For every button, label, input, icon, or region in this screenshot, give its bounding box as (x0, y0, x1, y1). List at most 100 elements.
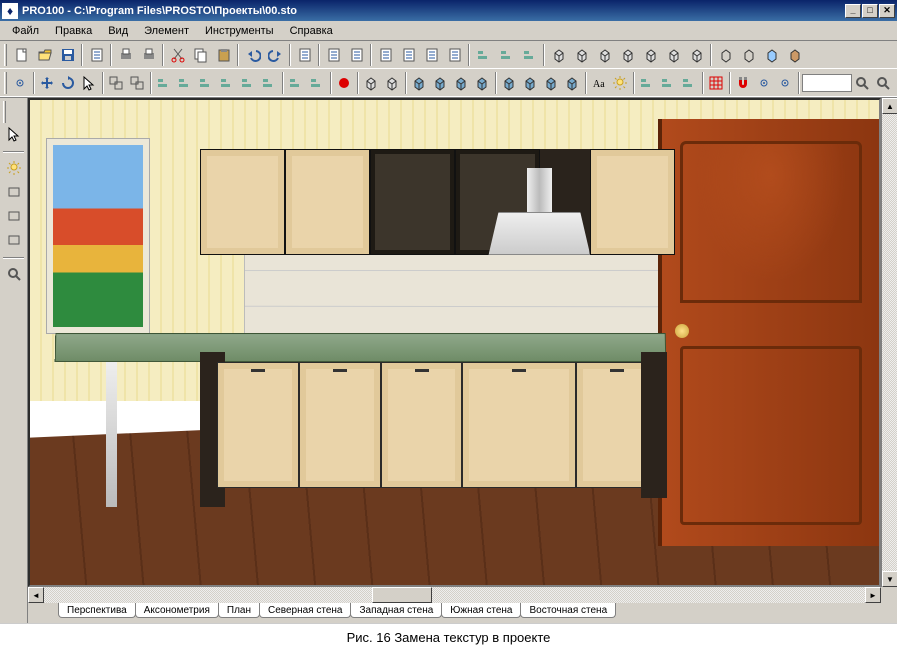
tab-5[interactable]: Южная стена (441, 603, 521, 618)
pricelist-icon[interactable] (397, 44, 420, 66)
tab-2[interactable]: План (218, 603, 260, 618)
scroll-right-button[interactable]: ► (865, 587, 881, 603)
face2-icon[interactable] (430, 72, 451, 94)
paste-icon[interactable] (212, 44, 235, 66)
tab-3[interactable]: Северная стена (259, 603, 352, 618)
close-button[interactable]: ✕ (879, 4, 895, 18)
print-preview-icon[interactable] (137, 44, 160, 66)
catalog-icon[interactable] (322, 44, 345, 66)
align-l-icon[interactable] (196, 72, 217, 94)
cost-icon[interactable] (443, 44, 466, 66)
minimize-button[interactable]: _ (845, 4, 861, 18)
face8-icon[interactable] (562, 72, 583, 94)
scroll-down-button[interactable]: ▼ (882, 571, 897, 587)
distribute-v-icon[interactable] (307, 72, 328, 94)
new-file-icon[interactable] (10, 44, 33, 66)
menu-элемент[interactable]: Элемент (136, 23, 197, 39)
dim-h-icon[interactable] (637, 72, 658, 94)
layer-red-icon[interactable] (334, 72, 355, 94)
face1-icon[interactable] (409, 72, 430, 94)
zoom-input[interactable] (802, 74, 852, 92)
print-icon[interactable] (114, 44, 137, 66)
face3-icon[interactable] (451, 72, 472, 94)
view-left-icon[interactable] (593, 44, 616, 66)
save-file-icon[interactable] (56, 44, 79, 66)
light-tool-icon[interactable] (2, 157, 25, 179)
panel-tool-icon[interactable] (2, 181, 25, 203)
rotate-icon[interactable] (58, 72, 79, 94)
align-b-icon[interactable] (175, 72, 196, 94)
tab-0[interactable]: Перспектива (58, 603, 136, 618)
view-top-icon[interactable] (639, 44, 662, 66)
viewport-3d[interactable] (28, 98, 881, 587)
extrude-tool-icon[interactable] (2, 229, 25, 251)
spec-icon[interactable] (420, 44, 443, 66)
tab-1[interactable]: Аксонометрия (135, 603, 219, 618)
scroll-v-track[interactable] (882, 114, 897, 571)
view-bottom-icon[interactable] (662, 44, 685, 66)
zoom-out-icon[interactable] (852, 72, 873, 94)
cursor-icon[interactable] (2, 123, 25, 145)
hidden-line-icon[interactable] (737, 44, 760, 66)
toolbar-grip[interactable] (4, 44, 7, 66)
zoom-in-icon[interactable] (873, 72, 894, 94)
scroll-h-track[interactable] (44, 587, 865, 603)
textured-icon[interactable] (783, 44, 806, 66)
move-icon[interactable] (37, 72, 58, 94)
zoom-tool-icon[interactable] (2, 263, 25, 285)
library-icon[interactable] (85, 44, 108, 66)
undo-icon[interactable] (241, 44, 264, 66)
scroll-left-button[interactable]: ◄ (28, 587, 44, 603)
maximize-button[interactable]: □ (862, 4, 878, 18)
scrollbar-vertical[interactable]: ▲ ▼ (881, 98, 897, 587)
face5-icon[interactable] (499, 72, 520, 94)
menu-файл[interactable]: Файл (4, 23, 47, 39)
shape-tool-icon[interactable] (2, 205, 25, 227)
align-t-icon[interactable] (154, 72, 175, 94)
snap-ed-icon[interactable] (775, 72, 796, 94)
distribute-h-icon[interactable] (286, 72, 307, 94)
align-hc-icon[interactable] (238, 72, 259, 94)
snap-grid-icon[interactable] (10, 72, 31, 94)
ungroup-icon[interactable] (127, 72, 148, 94)
scroll-up-button[interactable]: ▲ (882, 98, 897, 114)
align-left-icon[interactable] (472, 44, 495, 66)
dim-v-icon[interactable] (658, 72, 679, 94)
scrollbar-horizontal[interactable]: ◄ ► (28, 587, 881, 603)
align-center-icon[interactable] (495, 44, 518, 66)
magnet-icon[interactable] (733, 72, 754, 94)
redo-icon[interactable] (264, 44, 287, 66)
face7-icon[interactable] (541, 72, 562, 94)
align-right-icon[interactable] (518, 44, 541, 66)
snap-pt-icon[interactable] (754, 72, 775, 94)
toolbar-grip[interactable] (3, 101, 6, 123)
tab-6[interactable]: Восточная стена (520, 603, 616, 618)
face4-icon[interactable] (472, 72, 493, 94)
light-icon[interactable] (610, 72, 631, 94)
open-file-icon[interactable] (33, 44, 56, 66)
menu-вид[interactable]: Вид (100, 23, 136, 39)
view-back-icon[interactable] (570, 44, 593, 66)
copy-icon[interactable] (189, 44, 212, 66)
text-aa-icon[interactable]: Aa (589, 72, 610, 94)
view-front-icon[interactable] (547, 44, 570, 66)
grid-red-icon[interactable] (706, 72, 727, 94)
view-axo-icon[interactable] (685, 44, 708, 66)
group-icon[interactable] (106, 72, 127, 94)
cut-icon[interactable] (166, 44, 189, 66)
select-icon[interactable] (79, 72, 100, 94)
menu-правка[interactable]: Правка (47, 23, 100, 39)
face6-icon[interactable] (520, 72, 541, 94)
tab-4[interactable]: Западная стена (350, 603, 442, 618)
box2-icon[interactable] (382, 72, 403, 94)
toolbar-grip[interactable] (4, 72, 7, 94)
properties-icon[interactable] (293, 44, 316, 66)
shaded-icon[interactable] (760, 44, 783, 66)
scroll-h-thumb[interactable] (372, 587, 432, 603)
view-right-icon[interactable] (616, 44, 639, 66)
menu-инструменты[interactable]: Инструменты (197, 23, 282, 39)
report-icon[interactable] (374, 44, 397, 66)
align-vc-icon[interactable] (259, 72, 280, 94)
wireframe-icon[interactable] (714, 44, 737, 66)
menu-справка[interactable]: Справка (282, 23, 341, 39)
